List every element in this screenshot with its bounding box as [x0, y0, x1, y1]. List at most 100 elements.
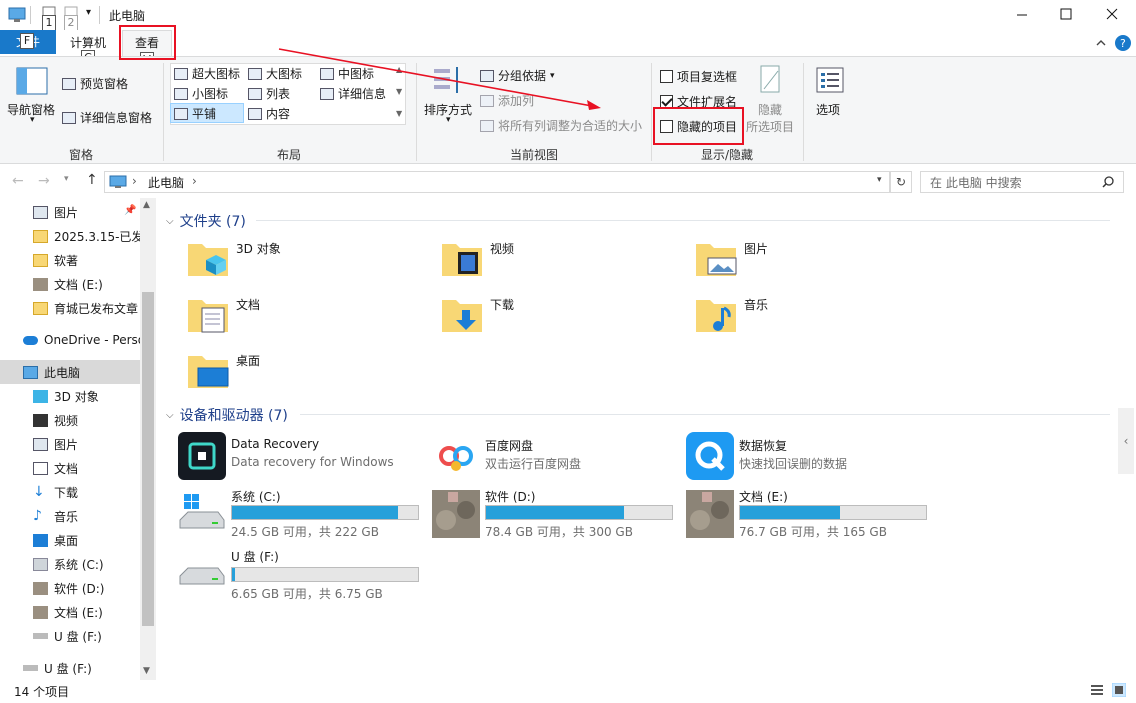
preview-pane-button[interactable]: 预览窗格 [62, 75, 128, 92]
back-icon[interactable]: ← [12, 173, 24, 189]
sidebar-item-folder[interactable]: 育城已发布文章 [0, 296, 140, 320]
drive-thumbnail-icon [33, 581, 48, 595]
collapse-ribbon-icon[interactable] [1095, 37, 1107, 49]
sidebar-item-folder[interactable]: 软著 [0, 248, 140, 272]
sidebar-label: OneDrive - Personal [44, 333, 140, 347]
hide-selected-line2[interactable]: 所选项目 [746, 118, 794, 135]
app-tile-baidu-netdisk[interactable]: 百度网盘 双击运行百度网盘 [428, 430, 678, 482]
layout-details-label: 详细信息 [338, 87, 387, 101]
sidebar-item-desktop[interactable]: 桌面 [0, 528, 140, 552]
collapse-chevron-icon[interactable]: ⌵ [166, 410, 174, 421]
address-dropdown-icon[interactable]: ▾ [877, 175, 882, 185]
options-button[interactable]: 选项 [816, 101, 840, 118]
drive-tile-f[interactable]: U 盘 (F:) 6.65 GB 可用，共 6.75 GB [174, 548, 424, 602]
layout-list[interactable]: 列表 [248, 85, 290, 102]
section-title: 文件夹 (7) [179, 214, 246, 230]
forward-icon[interactable]: → [38, 173, 50, 189]
folder-tile[interactable]: 图片 [688, 232, 928, 284]
sidebar-item-videos[interactable]: 视频 [0, 408, 140, 432]
sidebar-item-3d-objects[interactable]: 3D 对象 [0, 384, 140, 408]
pictures-icon [33, 437, 48, 451]
layout-content-label: 内容 [266, 107, 291, 121]
sidebar-item-drive-f[interactable]: U 盘 (F:) [0, 624, 140, 648]
baidu-netdisk-app-icon [432, 432, 480, 480]
tile-label: 下载 [490, 298, 515, 312]
close-icon[interactable] [1106, 8, 1118, 20]
tab-computer[interactable]: 计算机 [62, 34, 114, 51]
nav-pane-dropdown-icon[interactable]: ▾ [30, 115, 35, 125]
sidebar-item-music[interactable]: ♪ 音乐 [0, 504, 140, 528]
folder-tile[interactable]: 3D 对象 [180, 232, 420, 284]
up-icon[interactable]: ↑ [86, 172, 98, 188]
recent-locations-icon[interactable]: ▾ [64, 174, 69, 184]
refresh-icon[interactable]: ↻ [890, 171, 912, 193]
layout-m-icons[interactable]: 中图标 [320, 65, 374, 82]
sidebar-item-onedrive[interactable]: OneDrive - Personal [0, 328, 140, 352]
group-by-button[interactable]: 分组依据 ▾ [480, 67, 555, 84]
sidebar-item-documents[interactable]: 文档 [0, 456, 140, 480]
music-folder-icon [696, 300, 736, 332]
sidebar-label: 图片 [54, 205, 79, 220]
scroll-up-icon[interactable]: ▲ [143, 200, 150, 210]
search-icon[interactable] [1102, 176, 1114, 188]
folder-tile[interactable]: 视频 [434, 232, 674, 284]
hide-selected-line1[interactable]: 隐藏 [758, 101, 782, 118]
help-icon[interactable]: ? [1114, 34, 1132, 52]
folder-tile[interactable]: 文档 [180, 288, 420, 340]
drive-usage-fill [740, 506, 841, 519]
section-header-devices[interactable]: ⌵ 设备和驱动器 (7) [166, 405, 288, 425]
sidebar-item-this-pc[interactable]: 此电脑 [0, 360, 140, 384]
gallery-more-icon[interactable]: ▼ [396, 109, 402, 118]
item-checkboxes-checkbox[interactable] [660, 70, 673, 83]
folder-tile[interactable]: 桌面 [180, 344, 420, 396]
drive-tile-e[interactable]: 文档 (E:) 76.7 GB 可用，共 165 GB [682, 486, 932, 540]
layout-tiles[interactable]: 平铺 [174, 105, 216, 122]
minimize-icon[interactable] [1016, 9, 1028, 21]
folder-tile[interactable]: 音乐 [688, 288, 928, 340]
gallery-scroll-up-icon[interactable]: ▲ [396, 65, 402, 74]
crumb-chevron-icon[interactable]: › [192, 174, 197, 188]
drive-tile-c[interactable]: 系统 (C:) 24.5 GB 可用，共 222 GB [174, 486, 424, 540]
sidebar-scroll-thumb[interactable] [142, 292, 154, 626]
item-checkboxes-toggle[interactable]: 项目复选框 [660, 68, 737, 85]
drive-tile-d[interactable]: 软件 (D:) 78.4 GB 可用，共 300 GB [428, 486, 678, 540]
details-pane-button[interactable]: 详细信息窗格 [62, 109, 152, 126]
folder-tile[interactable]: 下载 [434, 288, 674, 340]
sidebar-item-drive-d[interactable]: 软件 (D:) [0, 576, 140, 600]
sidebar-item-downloads[interactable]: ↓ 下载 [0, 480, 140, 504]
details-pane-expander-icon[interactable]: ‹ [1118, 408, 1134, 474]
collapse-chevron-icon[interactable]: ⌵ [166, 216, 174, 227]
sidebar-item-drive-e[interactable]: 文档 (E:) [0, 272, 140, 296]
address-box[interactable] [104, 171, 890, 193]
sidebar-item-pictures-pinned[interactable]: 图片 [0, 200, 140, 224]
sidebar-item-drive-e[interactable]: 文档 (E:) [0, 600, 140, 624]
app-tile-data-restore[interactable]: 数据恢复 快速找回误删的数据 [682, 430, 932, 482]
sidebar-item-pictures[interactable]: 图片 [0, 432, 140, 456]
layout-l-icons[interactable]: 大图标 [248, 65, 302, 82]
customize-qa-chevron-icon[interactable]: ▾ [86, 7, 91, 18]
fit-columns-button[interactable]: 将所有列调整为合适的大小 [480, 117, 642, 134]
layout-content[interactable]: 内容 [248, 105, 290, 122]
section-header-folders[interactable]: ⌵ 文件夹 (7) [166, 211, 246, 231]
scroll-down-icon[interactable]: ▼ [143, 666, 150, 676]
app-tile-data-recovery[interactable]: Data Recovery Data recovery for Windows [174, 430, 424, 482]
sort-dropdown-icon[interactable]: ▾ [446, 115, 451, 125]
drive-free-space: 24.5 GB 可用，共 222 GB [231, 525, 379, 539]
tile-subtitle: 快速找回误删的数据 [739, 457, 848, 471]
keytip-f: F [20, 33, 34, 49]
breadcrumb[interactable]: 此电脑 [148, 174, 184, 191]
maximize-icon[interactable] [1060, 8, 1072, 20]
3d-objects-folder-icon [188, 244, 228, 276]
gallery-scroll-down-icon[interactable]: ▼ [396, 87, 402, 96]
sidebar-item-usb-f[interactable]: U 盘 (F:) [0, 656, 140, 680]
layout-tiles-label: 平铺 [192, 107, 217, 121]
layout-details[interactable]: 详细信息 [320, 85, 386, 102]
layout-xl-icons[interactable]: 超大图标 [174, 65, 240, 82]
layout-s-icons[interactable]: 小图标 [174, 85, 228, 102]
sidebar-item-drive-c[interactable]: 系统 (C:) [0, 552, 140, 576]
sidebar-item-folder[interactable]: 2025.3.15-已发布 [0, 224, 140, 248]
sidebar-label: U 盘 (F:) [44, 661, 92, 676]
details-view-icon[interactable] [1090, 684, 1104, 696]
large-icons-view-icon[interactable] [1112, 683, 1126, 697]
add-columns-button[interactable]: 添加列 [480, 92, 534, 109]
